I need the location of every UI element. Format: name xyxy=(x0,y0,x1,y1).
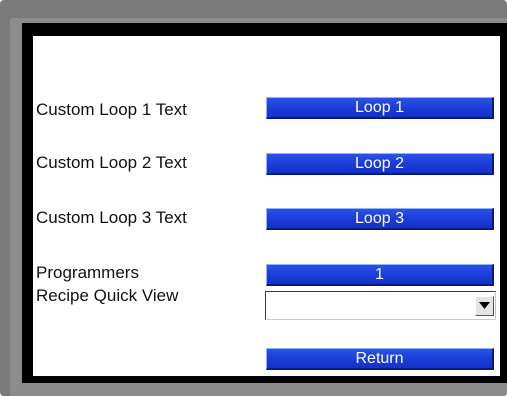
touch-screen: Custom Loop 1 Text Loop 1 Custom Loop 2 … xyxy=(33,36,500,376)
loop-3-button[interactable]: Loop 3 xyxy=(266,208,494,230)
custom-loop-3-label: Custom Loop 3 Text xyxy=(36,208,187,227)
programmers-label: Programmers xyxy=(36,263,139,282)
recipe-quick-view-select[interactable] xyxy=(265,291,496,320)
programmers-button[interactable]: 1 xyxy=(266,264,494,286)
loop-2-button[interactable]: Loop 2 xyxy=(266,153,494,175)
chevron-down-icon xyxy=(479,302,490,309)
loop-1-button[interactable]: Loop 1 xyxy=(266,97,494,119)
custom-loop-2-label: Custom Loop 2 Text xyxy=(36,153,187,172)
return-button[interactable]: Return xyxy=(266,348,494,370)
dropdown-arrow-button[interactable] xyxy=(475,296,494,316)
recipe-quick-view-label: Recipe Quick View xyxy=(36,286,179,305)
custom-loop-1-label: Custom Loop 1 Text xyxy=(36,100,187,119)
